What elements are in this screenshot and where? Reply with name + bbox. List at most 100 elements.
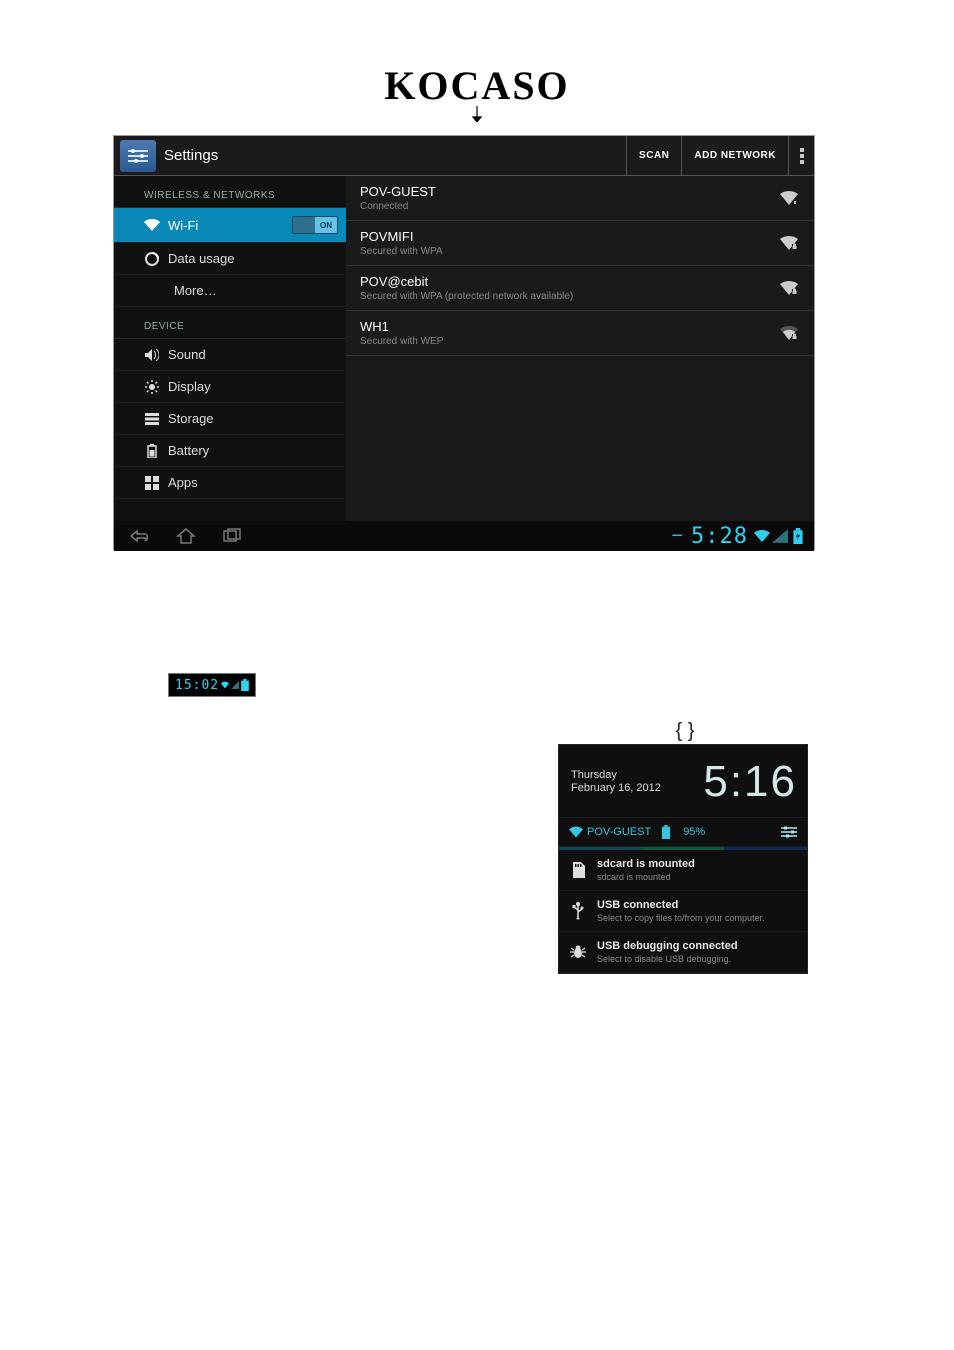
status-pill: 15:02 xyxy=(168,673,256,697)
overflow-icon xyxy=(800,148,804,164)
network-text: WH1 Secured with WEP xyxy=(360,319,780,347)
notification-item[interactable]: USB connected Select to copy files to/fr… xyxy=(559,891,807,932)
action-bar: Settings SCAN ADD NETWORK xyxy=(114,136,814,176)
settings-sidebar: WIRELESS & NETWORKS Wi-Fi ON Data usage xyxy=(114,176,346,521)
pill-time: 15:02 xyxy=(175,678,219,693)
wifi-name: POV-GUEST xyxy=(587,826,651,838)
color-divider xyxy=(559,847,807,850)
sidebar-item-display[interactable]: Display xyxy=(114,371,346,403)
sidebar-item-battery[interactable]: Battery xyxy=(114,435,346,467)
network-row[interactable]: POV@cebit Secured with WPA (protected ne… xyxy=(346,266,814,311)
sidebar-item-label: More… xyxy=(174,283,217,298)
network-row[interactable]: WH1 Secured with WEP xyxy=(346,311,814,356)
battery-status-icon xyxy=(241,679,249,691)
network-ssid: POVMIFI xyxy=(360,229,780,244)
wifi-signal-secured-icon xyxy=(780,279,798,297)
date-label: February 16, 2012 xyxy=(571,782,661,795)
network-row[interactable]: POVMIFI Secured with WPA xyxy=(346,221,814,266)
network-sub: Secured with WPA (protected network avai… xyxy=(360,291,780,302)
datetime-row: Thursday February 16, 2012 5:16 xyxy=(559,745,807,817)
battery-status-icon xyxy=(790,528,806,544)
sidebar-header-wireless: WIRELESS & NETWORKS xyxy=(114,176,346,208)
back-icon xyxy=(129,528,151,544)
brand-logo: KOCASO xyxy=(0,62,954,109)
battery-icon xyxy=(142,444,162,458)
brand-arrow-wrap xyxy=(0,106,954,122)
document-page: KOCASO Settings SCAN ADD NETWORK WIRELES… xyxy=(0,0,954,1350)
battery-percent: 95% xyxy=(683,826,705,838)
network-ssid: POV-GUEST xyxy=(360,184,780,199)
notification-sub: sdcard is mounted xyxy=(597,872,695,882)
data-usage-icon xyxy=(142,252,162,266)
arrow-down-icon xyxy=(472,106,482,122)
usb-icon xyxy=(569,902,587,920)
wifi-status-icon xyxy=(221,679,229,691)
notification-title: USB debugging connected xyxy=(597,940,738,952)
network-text: POV-GUEST Connected xyxy=(360,184,780,212)
braces-label: { } xyxy=(560,720,810,743)
network-sub: Connected xyxy=(360,201,780,212)
notification-text: USB debugging connected Select to disabl… xyxy=(597,940,738,964)
sidebar-item-label: Wi-Fi xyxy=(168,218,198,233)
wifi-status-icon xyxy=(569,825,583,839)
network-sub: Secured with WPA xyxy=(360,246,780,257)
notification-text: USB connected Select to copy files to/fr… xyxy=(597,899,765,923)
wifi-signal-icon xyxy=(780,189,798,207)
sidebar-item-wifi[interactable]: Wi-Fi ON xyxy=(114,208,346,243)
sidebar-item-label: Storage xyxy=(168,411,214,426)
quick-status-row[interactable]: POV-GUEST 95% xyxy=(559,817,807,847)
sidebar-item-label: Display xyxy=(168,379,211,394)
sidebar-item-label: Sound xyxy=(168,347,206,362)
network-text: POVMIFI Secured with WPA xyxy=(360,229,780,257)
sidebar-item-label: Apps xyxy=(168,475,198,490)
settings-screenshot: Settings SCAN ADD NETWORK WIRELESS & NET… xyxy=(113,135,815,550)
home-button[interactable] xyxy=(168,524,204,548)
bug-icon xyxy=(569,943,587,961)
display-icon xyxy=(142,380,162,394)
sidebar-item-apps[interactable]: Apps xyxy=(114,467,346,499)
back-button[interactable] xyxy=(122,524,158,548)
overflow-menu-button[interactable] xyxy=(788,136,814,176)
notification-item[interactable]: USB debugging connected Select to disabl… xyxy=(559,932,807,973)
network-row[interactable]: POV-GUEST Connected xyxy=(346,176,814,221)
notification-sub: Select to copy files to/from your comput… xyxy=(597,913,765,923)
wifi-toggle-knob: ON xyxy=(315,217,337,233)
cell-signal-icon xyxy=(231,679,239,691)
settings-body: WIRELESS & NETWORKS Wi-Fi ON Data usage xyxy=(114,176,814,521)
sound-icon xyxy=(142,349,162,361)
settings-app-icon xyxy=(120,140,156,172)
wifi-icon xyxy=(142,219,162,231)
notification-title: USB connected xyxy=(597,899,765,911)
notification-panel: Thursday February 16, 2012 5:16 POV-GUES… xyxy=(558,744,808,974)
big-time: 5:16 xyxy=(703,757,797,807)
network-sub: Secured with WEP xyxy=(360,336,780,347)
home-icon xyxy=(176,528,196,544)
wifi-signal-secured-icon xyxy=(780,234,798,252)
recent-apps-button[interactable] xyxy=(214,524,250,548)
battery-status-icon xyxy=(659,825,673,839)
sdcard-icon xyxy=(569,861,587,879)
sidebar-item-storage[interactable]: Storage xyxy=(114,403,346,435)
wifi-status-icon xyxy=(754,528,770,544)
sidebar-item-sound[interactable]: Sound xyxy=(114,339,346,371)
notification-item[interactable]: sdcard is mounted sdcard is mounted xyxy=(559,850,807,891)
settings-sliders-icon[interactable] xyxy=(781,824,797,840)
notification-title: sdcard is mounted xyxy=(597,858,695,870)
wifi-signal-secured-icon xyxy=(780,324,798,342)
sidebar-item-data-usage[interactable]: Data usage xyxy=(114,243,346,275)
network-text: POV@cebit Secured with WPA (protected ne… xyxy=(360,274,780,302)
add-network-button[interactable]: ADD NETWORK xyxy=(681,136,788,176)
recent-apps-icon xyxy=(221,528,243,544)
wifi-toggle[interactable]: ON xyxy=(292,216,338,234)
sidebar-header-device: DEVICE xyxy=(114,307,346,339)
network-ssid: WH1 xyxy=(360,319,780,334)
sidebar-item-label: Battery xyxy=(168,443,209,458)
notification-sub: Select to disable USB debugging. xyxy=(597,954,738,964)
scan-button[interactable]: SCAN xyxy=(626,136,681,176)
storage-icon xyxy=(142,413,162,425)
cell-signal-icon xyxy=(772,528,788,544)
sidebar-item-label: Data usage xyxy=(168,251,235,266)
sidebar-item-more[interactable]: More… xyxy=(114,275,346,307)
notification-text: sdcard is mounted sdcard is mounted xyxy=(597,858,695,882)
navbar-clock[interactable]: 5:28 xyxy=(691,524,748,549)
